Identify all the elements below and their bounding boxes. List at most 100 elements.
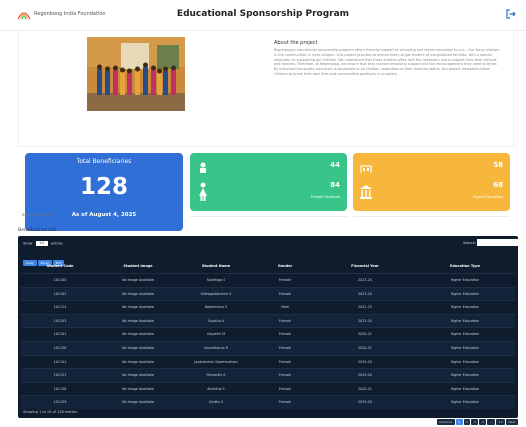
table-cell: Higher Education bbox=[450, 359, 480, 364]
table-cell: 2020-21 bbox=[358, 345, 372, 350]
table-cell: No Image Available bbox=[122, 332, 154, 337]
table-cell: No Image Available bbox=[122, 291, 154, 296]
entries-select[interactable]: 10 bbox=[35, 241, 48, 246]
pagination: Previous 1 2 3 4... 13 Next bbox=[436, 408, 518, 427]
table-cell: No Image Available bbox=[122, 278, 154, 282]
show-entries: Show 10 entries bbox=[23, 241, 63, 246]
table-cell: Higher Education bbox=[450, 386, 480, 391]
column-header[interactable]: Student Image bbox=[99, 264, 177, 268]
table-cell: 2023-24 bbox=[358, 278, 372, 282]
table-cell: No Image Available bbox=[122, 373, 154, 378]
table-row: 101141 No Image Available Jayalakshmi Swam… bbox=[21, 354, 515, 369]
table-cell: Higher Education bbox=[450, 373, 480, 378]
stat-value: 68 bbox=[493, 181, 503, 189]
table-cell: Jayalakshmi Swaminathan bbox=[194, 359, 238, 364]
table-info: Showing 1 to 10 of 128 entries bbox=[23, 410, 77, 414]
table-cell: 2019-20 bbox=[358, 359, 372, 364]
page-button[interactable]: ... bbox=[487, 419, 496, 425]
table-cell: 101103 bbox=[53, 318, 67, 323]
university-icon bbox=[360, 185, 372, 199]
table-cell: 2020-21 bbox=[358, 386, 372, 391]
table-cell: Female bbox=[279, 386, 291, 391]
top-bar: Regenboog India Foundation Educational S… bbox=[0, 0, 526, 31]
table-cell: Higher Education bbox=[450, 291, 480, 296]
search-label: Search: bbox=[463, 241, 477, 245]
table-cell: No Image Available bbox=[122, 359, 154, 364]
page-button[interactable]: 1 bbox=[455, 419, 463, 425]
table-cell: Akshitha S bbox=[207, 386, 225, 391]
table-cell: Sujatha A bbox=[208, 318, 224, 323]
page-button[interactable]: Previous bbox=[436, 419, 455, 425]
section-caption: Beneficiaries List bbox=[22, 213, 52, 217]
table-cell: 101101 bbox=[53, 332, 67, 337]
table-cell: 101102 bbox=[53, 291, 67, 296]
column-header[interactable]: Gender bbox=[255, 264, 315, 268]
table-cell: Female bbox=[279, 278, 291, 282]
divider bbox=[353, 216, 510, 217]
table-row: 101101 No Image Available Gayathri M Female… bbox=[21, 327, 515, 341]
about-section: About the project Regenboog's educationa… bbox=[274, 40, 502, 77]
table-cell: Sowndharya R bbox=[204, 345, 228, 350]
table-cell: 2023-24 bbox=[358, 318, 372, 323]
divider bbox=[190, 216, 347, 217]
table-row: 101124 No Image Available Balakrishna S Mal… bbox=[21, 300, 515, 314]
table-cell: No Image Available bbox=[122, 318, 154, 323]
table-row: 101138 No Image Available Akshitha S Female… bbox=[21, 381, 515, 396]
entries-label: entries bbox=[50, 241, 63, 246]
stat-card-higher-education: 68 Higher Education bbox=[353, 173, 510, 211]
table-cell: 101138 bbox=[53, 386, 67, 391]
page-button[interactable]: 3 bbox=[471, 419, 479, 425]
table-cell: Female bbox=[279, 318, 291, 323]
column-header[interactable]: Student Name bbox=[177, 264, 255, 268]
table-cell: 101136 bbox=[53, 345, 67, 350]
stat-value: 84 bbox=[330, 181, 340, 189]
table-row: 101139 No Image Available Sindhu S Female 20… bbox=[21, 395, 515, 409]
table-cell: 101131 bbox=[53, 373, 67, 378]
page-button[interactable]: Next bbox=[506, 419, 518, 425]
table-cell: Higher Education bbox=[450, 345, 480, 350]
stat-label: Female Students bbox=[310, 195, 340, 199]
table-row: 101136 No Image Available Sowndharya R Fema… bbox=[21, 340, 515, 355]
table-row: 101100 No Image Available Swathiga S Female… bbox=[21, 273, 515, 287]
table-cell: Male bbox=[281, 305, 289, 310]
table-cell: Female bbox=[279, 345, 291, 350]
table-cell: Swathiga S bbox=[206, 278, 226, 282]
table-cell: No Image Available bbox=[122, 305, 154, 310]
table-cell: No Image Available bbox=[122, 400, 154, 405]
table-cell: 101141 bbox=[53, 359, 67, 364]
column-header[interactable]: Education Type bbox=[415, 264, 515, 268]
show-label: Show bbox=[23, 241, 33, 246]
table-cell: Higher Education bbox=[450, 305, 480, 310]
stat-value: 44 bbox=[330, 161, 340, 169]
stat-value: 58 bbox=[493, 161, 503, 169]
project-photo bbox=[87, 37, 185, 111]
female-icon bbox=[199, 182, 207, 201]
table-cell: 2023-24 bbox=[358, 291, 372, 296]
table-header: Student Code Student Image Student Name … bbox=[21, 262, 515, 272]
table-body: 101100 No Image Available Swathiga S Female… bbox=[21, 273, 515, 409]
table-cell: Female bbox=[279, 400, 291, 405]
stat-label: Higher Education bbox=[472, 195, 503, 199]
total-label: Total Beneficiaries bbox=[76, 158, 132, 165]
total-value: 128 bbox=[79, 174, 128, 200]
table-cell: 2019-20 bbox=[358, 373, 372, 378]
logout-icon[interactable] bbox=[506, 9, 516, 19]
page-button[interactable]: 2 bbox=[463, 419, 471, 425]
column-header[interactable]: Financial Year bbox=[315, 264, 415, 268]
page-button[interactable]: 4 bbox=[479, 419, 487, 425]
list-title: Beneficiaries List bbox=[18, 228, 57, 233]
page-title: Educational Sponsorship Program bbox=[176, 9, 350, 19]
page-button[interactable]: 13 bbox=[496, 419, 505, 425]
table-cell: Female bbox=[279, 359, 291, 364]
table-row: 101102 No Image Available Kirthigaalakshmi… bbox=[21, 286, 515, 301]
stat-card-female: 84 Female Students bbox=[190, 173, 347, 211]
table-cell: No Image Available bbox=[122, 345, 154, 350]
table-cell: 101124 bbox=[53, 305, 67, 310]
about-body: Regenboog's educational sponsorship prog… bbox=[274, 48, 500, 76]
table-cell: Female bbox=[279, 291, 291, 296]
table-cell: No Image Available bbox=[122, 386, 154, 391]
search-input[interactable] bbox=[477, 239, 518, 246]
column-header[interactable]: Student Code bbox=[21, 264, 99, 268]
table-cell: 101100 bbox=[53, 278, 67, 282]
table-cell: Female bbox=[279, 373, 291, 378]
